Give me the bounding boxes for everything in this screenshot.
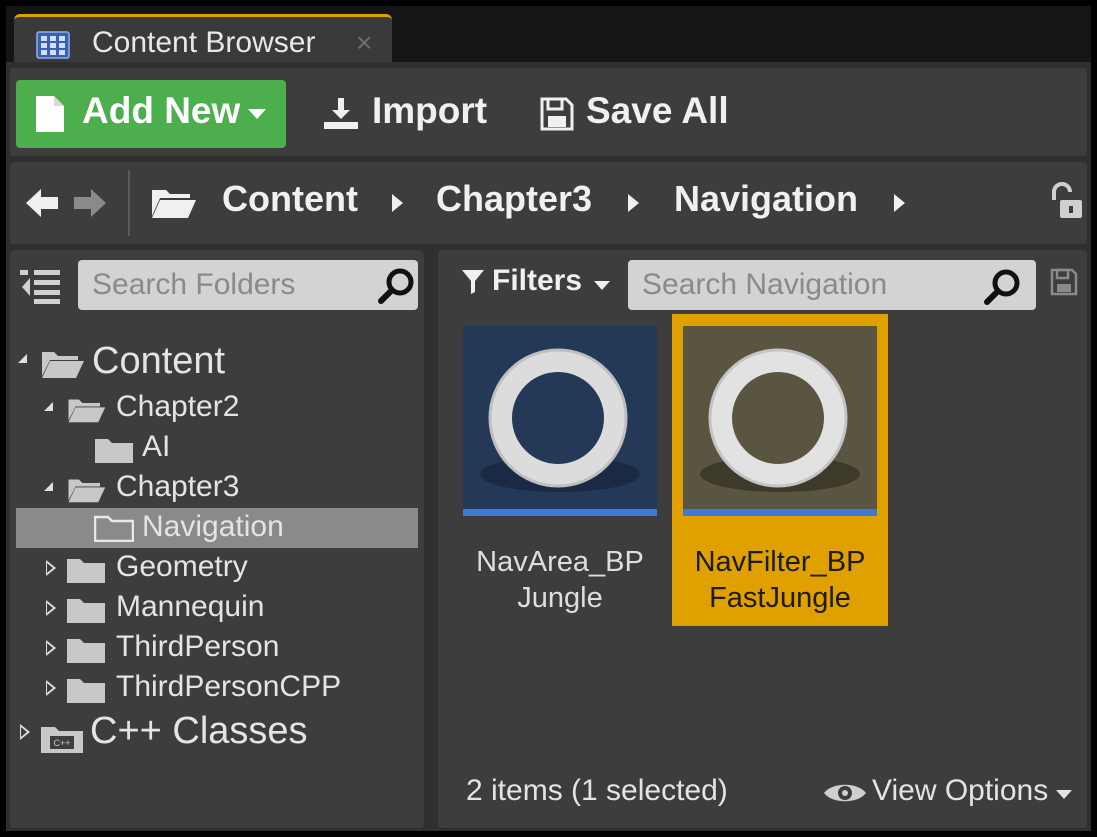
ring-icon	[480, 348, 640, 492]
folder-icon	[67, 639, 105, 663]
import-button[interactable]: Import	[318, 80, 508, 148]
toolbar: Add New Import Save All	[10, 68, 1087, 156]
asset-tile-selected[interactable]: NavFilter_BP FastJungle	[672, 314, 888, 626]
content-browser-icon	[36, 31, 70, 59]
search-icon[interactable]	[984, 268, 1022, 306]
back-arrow-icon[interactable]	[24, 186, 60, 220]
asset-thumbnail	[683, 326, 877, 516]
tree-item-navigation[interactable]: Navigation	[16, 508, 418, 548]
filter-icon	[462, 270, 484, 294]
ring-icon	[700, 348, 860, 492]
forward-arrow-icon[interactable]	[72, 186, 108, 220]
import-icon	[324, 98, 358, 129]
asset-type-bar	[683, 509, 877, 516]
tree-item-label: ThirdPerson	[116, 630, 280, 663]
collapsed-arrow-icon[interactable]	[20, 724, 30, 740]
search-icon[interactable]	[378, 267, 416, 305]
add-new-label: Add New	[82, 90, 241, 131]
filters-button[interactable]: Filters	[462, 264, 612, 304]
breadcrumb-item-chapter3[interactable]: Chapter3	[436, 178, 592, 220]
save-all-label: Save All	[586, 90, 729, 131]
tree-item-thirdpersoncpp[interactable]: ThirdPersonCPP	[10, 668, 424, 708]
search-assets-input[interactable]	[628, 260, 1036, 310]
breadcrumb-arrow-icon[interactable]	[894, 194, 905, 212]
search-folders-input[interactable]	[78, 260, 418, 310]
svg-text:C++: C++	[53, 738, 70, 748]
asset-name: NavArea_BP Jungle	[476, 546, 644, 614]
chevron-down-icon	[248, 109, 266, 119]
expanded-arrow-icon[interactable]	[44, 402, 53, 411]
folder-icon	[95, 439, 133, 463]
folder-icon	[94, 515, 134, 542]
breadcrumb-item-navigation[interactable]: Navigation	[674, 178, 858, 220]
asset-thumbnail	[463, 326, 657, 516]
cpp-folder-icon: C++	[41, 727, 83, 753]
collapsed-arrow-icon[interactable]	[46, 600, 56, 616]
new-file-icon	[36, 96, 64, 132]
folder-icon	[67, 559, 105, 583]
tree-item-label: Navigation	[142, 510, 284, 543]
save-search-icon[interactable]	[1050, 268, 1078, 296]
asset-type-bar	[463, 509, 657, 516]
item-count-status: 2 items (1 selected)	[466, 774, 728, 807]
tree-item-chapter3[interactable]: Chapter3	[10, 468, 424, 508]
folder-panel: Content Chapter2 AI	[10, 250, 424, 828]
tab-title: Content Browser	[92, 26, 316, 59]
chevron-down-icon	[594, 281, 610, 290]
folder-open-icon	[68, 479, 106, 503]
asset-tile[interactable]: NavArea_BP Jungle	[452, 314, 668, 626]
tree-item-label: Chapter2	[116, 390, 240, 423]
tree-item-label: Mannequin	[116, 590, 265, 623]
tree-item-mannequin[interactable]: Mannequin	[10, 588, 424, 628]
breadcrumb-item-content[interactable]: Content	[222, 178, 358, 220]
divider	[128, 170, 130, 236]
expanded-arrow-icon[interactable]	[44, 482, 53, 491]
collapsed-arrow-icon[interactable]	[46, 680, 56, 696]
asset-name: NavFilter_BP FastJungle	[694, 546, 866, 614]
tab-content-browser[interactable]: Content Browser ×	[14, 14, 392, 68]
chevron-down-icon	[1056, 790, 1072, 799]
sources-toggle-icon[interactable]	[20, 268, 62, 304]
tree-item-label: Content	[92, 340, 226, 382]
add-new-button[interactable]: Add New	[16, 80, 286, 148]
tree-item-chapter2[interactable]: Chapter2	[10, 388, 424, 428]
filters-label: Filters	[492, 264, 583, 297]
breadcrumb: Content Chapter3 Navigation	[10, 162, 1087, 244]
folder-open-icon	[68, 399, 106, 423]
breadcrumb-arrow-icon[interactable]	[628, 194, 639, 212]
save-all-button[interactable]: Save All	[532, 80, 752, 148]
folder-icon	[67, 599, 105, 623]
eye-icon	[824, 784, 866, 802]
tree-item-content[interactable]: Content	[10, 340, 424, 388]
view-options-label: View Options	[872, 774, 1049, 807]
tab-strip: Content Browser ×	[6, 6, 1091, 68]
folder-icon	[67, 679, 105, 703]
close-icon[interactable]: ×	[356, 27, 372, 59]
tree-item-ai[interactable]: AI	[10, 428, 424, 468]
tree-item-label: C++ Classes	[90, 710, 308, 752]
import-label: Import	[372, 90, 488, 131]
asset-panel: Filters Search Navigation NavArea_BP Jun…	[438, 250, 1087, 828]
content-browser-window: Content Browser × Add New Import Save Al…	[0, 0, 1097, 837]
folder-open-icon	[152, 190, 196, 218]
tree-item-label: Geometry	[116, 550, 248, 583]
expanded-arrow-icon[interactable]	[18, 354, 27, 363]
tree-item-label: AI	[142, 430, 171, 463]
folder-open-icon	[42, 352, 84, 378]
tree-item-label: ThirdPersonCPP	[116, 670, 342, 703]
collapsed-arrow-icon[interactable]	[46, 560, 56, 576]
tree-item-thirdperson[interactable]: ThirdPerson	[10, 628, 424, 668]
browser-body: Add New Import Save All Content Chapter3…	[6, 62, 1091, 831]
tree-item-geometry[interactable]: Geometry	[10, 548, 424, 588]
tree-item-label: Chapter3	[116, 470, 240, 503]
unlock-icon[interactable]	[1046, 182, 1086, 222]
tree-item-cpp-classes[interactable]: C++ C++ Classes	[10, 710, 424, 760]
save-icon	[540, 97, 574, 131]
breadcrumb-arrow-icon[interactable]	[392, 194, 403, 212]
view-options-button[interactable]: View Options	[822, 770, 1082, 814]
collapsed-arrow-icon[interactable]	[46, 640, 56, 656]
